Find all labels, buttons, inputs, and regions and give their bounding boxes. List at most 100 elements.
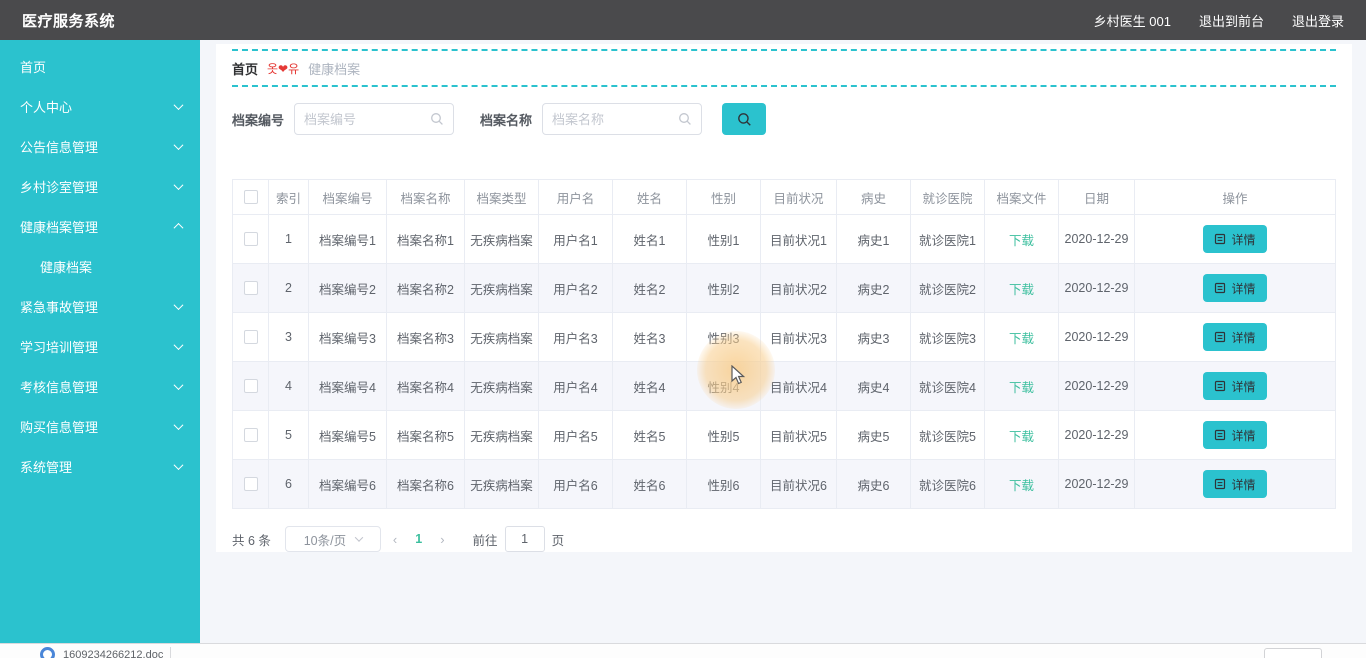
table-cell: 用户名6: [538, 459, 613, 509]
column-header: 性别: [686, 179, 761, 215]
column-header: 索引: [268, 179, 309, 215]
table-cell: 2: [268, 263, 309, 313]
detail-button[interactable]: 详情: [1203, 470, 1267, 498]
page-unit-label: 页: [551, 533, 565, 548]
table-cell: 就诊医院3: [910, 312, 985, 362]
download-link[interactable]: 下载: [1009, 381, 1034, 395]
column-header: 病史: [836, 179, 911, 215]
sidebar-menu: 首页 个人中心 公告信息管理乡村诊室管理健康档案管理健康档案紧急事故管理学习培训管理…: [0, 40, 200, 643]
row-checkbox[interactable]: [243, 477, 258, 492]
row-checkbox[interactable]: [243, 281, 258, 296]
column-header: 就诊医院: [910, 179, 985, 215]
row-checkbox[interactable]: [243, 330, 258, 345]
download-link[interactable]: 下载: [1009, 332, 1034, 346]
sidebar-item-label: 购买信息管理: [20, 419, 99, 435]
prev-page-button[interactable]: ‹: [381, 532, 409, 547]
table-cell: 档案名称3: [386, 312, 465, 362]
table-cell: 档案编号6: [308, 459, 387, 509]
table-cell: 2020-12-29: [1058, 459, 1135, 509]
table-row: 2 档案编号2 档案名称2 无疾病档案 用户名2 姓名2 性别2 目前状况2 病史2 就诊医院2 下…: [232, 263, 1336, 313]
goto-page-input[interactable]: [504, 526, 545, 552]
download-link[interactable]: 下载: [1009, 283, 1034, 297]
file-no-label: 档案编号: [232, 112, 285, 128]
document-icon: [1215, 478, 1226, 490]
detail-button[interactable]: 详情: [1203, 372, 1267, 400]
chevron-down-icon: [173, 379, 184, 390]
select-all-cell: [232, 179, 269, 215]
table-cell: 病史6: [836, 459, 911, 509]
sidebar-item-label: 系统管理: [20, 459, 73, 475]
page-size-select[interactable]: 10条/页: [284, 526, 381, 552]
sidebar-item-紧急事故管理[interactable]: 紧急事故管理: [0, 286, 200, 326]
sidebar-item-个人中心[interactable]: 个人中心: [0, 86, 200, 126]
detail-button[interactable]: 详情: [1203, 421, 1267, 449]
sidebar-item-购买信息管理[interactable]: 购买信息管理: [0, 406, 200, 446]
sidebar-item-乡村诊室管理[interactable]: 乡村诊室管理: [0, 166, 200, 206]
divider: [170, 647, 171, 658]
document-icon: [1215, 233, 1226, 245]
detail-button[interactable]: 详情: [1203, 274, 1267, 302]
download-item[interactable]: 1609234266212.doc: [40, 647, 163, 658]
search-icon: [431, 113, 443, 125]
detail-button[interactable]: 详情: [1203, 323, 1267, 351]
download-link[interactable]: 下载: [1009, 234, 1034, 248]
column-header: 档案类型: [464, 179, 539, 215]
table-cell: 3: [268, 312, 309, 362]
sidebar-item-学习培训管理[interactable]: 学习培训管理: [0, 326, 200, 366]
chevron-down-icon: [173, 299, 184, 310]
select-all-checkbox[interactable]: [243, 190, 258, 205]
search-form: 档案编号 档案名称: [232, 103, 1336, 135]
file-no-input[interactable]: [304, 111, 431, 127]
download-link[interactable]: 下载: [1009, 479, 1034, 493]
document-icon: [1215, 380, 1226, 392]
detail-button-label: 详情: [1231, 232, 1256, 247]
table-cell: 档案名称6: [386, 459, 465, 509]
table-cell: 病史3: [836, 312, 911, 362]
table-cell: 性别5: [686, 410, 761, 460]
sidebar-item-考核信息管理[interactable]: 考核信息管理: [0, 366, 200, 406]
sidebar-item-系统管理[interactable]: 系统管理: [0, 446, 200, 486]
content-card: 首页 옷❤유 健康档案 档案编号 档案名称: [216, 44, 1352, 552]
sidebar-item-label: 乡村诊室管理: [20, 179, 99, 195]
document-icon: [1215, 331, 1226, 343]
table-cell: 就诊医院1: [910, 214, 985, 264]
download-link[interactable]: 下载: [1009, 430, 1034, 444]
action-cell: 详情: [1134, 263, 1336, 313]
document-icon: [1215, 282, 1226, 294]
next-page-button[interactable]: ›: [428, 532, 456, 547]
goto-label: 前往: [472, 533, 498, 548]
breadcrumb-home[interactable]: 首页: [232, 59, 258, 78]
table-cell: 性别2: [686, 263, 761, 313]
table-cell: 2020-12-29: [1058, 312, 1135, 362]
sidebar-item-label: 考核信息管理: [20, 379, 99, 395]
main-content: 首页 옷❤유 健康档案 档案编号 档案名称: [200, 40, 1366, 643]
row-checkbox[interactable]: [243, 379, 258, 394]
chevron-down-icon: [173, 99, 184, 110]
table-cell: 无疾病档案: [464, 361, 539, 411]
chevron-down-icon: [173, 339, 184, 350]
detail-button[interactable]: 详情: [1203, 225, 1267, 253]
table-cell: 用户名3: [538, 312, 613, 362]
column-header: 目前状况: [760, 179, 837, 215]
row-checkbox[interactable]: [243, 428, 258, 443]
file-name-input[interactable]: [552, 111, 679, 127]
sidebar-item-健康档案[interactable]: 健康档案: [0, 246, 200, 286]
row-checkbox[interactable]: [243, 232, 258, 247]
sidebar-item-公告信息管理[interactable]: 公告信息管理: [0, 126, 200, 166]
exit-to-front-link[interactable]: 退出到前台: [1199, 11, 1264, 30]
sidebar-item-label: 健康档案: [40, 259, 93, 275]
table-cell: 就诊医院4: [910, 361, 985, 411]
show-all-downloads-button[interactable]: [1264, 648, 1322, 658]
table-cell: 姓名2: [612, 263, 687, 313]
sidebar-item-首页[interactable]: 首页: [0, 46, 200, 86]
column-header: 日期: [1058, 179, 1135, 215]
top-bar: 医疗服务系统 乡村医生 001 退出到前台 退出登录: [0, 0, 1366, 40]
sidebar-item-健康档案管理[interactable]: 健康档案管理: [0, 206, 200, 246]
table-cell: 姓名3: [612, 312, 687, 362]
search-button[interactable]: [722, 103, 767, 135]
table-cell: 2020-12-29: [1058, 361, 1135, 411]
current-page[interactable]: 1: [409, 532, 428, 546]
logout-link[interactable]: 退出登录: [1292, 11, 1344, 30]
sidebar-item-label: 紧急事故管理: [20, 299, 99, 315]
table-cell: 目前状况5: [760, 410, 837, 460]
